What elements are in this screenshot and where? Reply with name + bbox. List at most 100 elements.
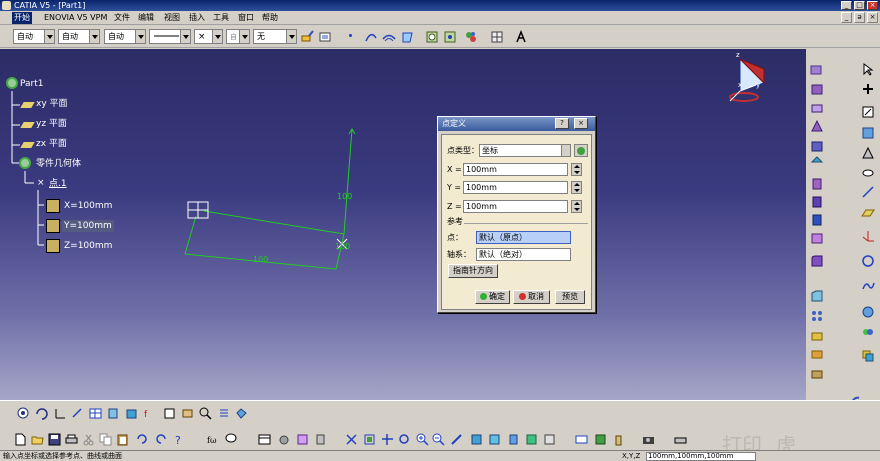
- line-type-combo[interactable]: [149, 29, 191, 44]
- comment-icon[interactable]: [225, 433, 238, 446]
- fillet-icon[interactable]: [810, 254, 824, 268]
- point-type-select[interactable]: 坐标: [479, 144, 571, 157]
- catalog-2-icon[interactable]: [594, 433, 607, 446]
- pattern-icon[interactable]: [810, 309, 824, 323]
- catalog-icon[interactable]: [464, 30, 478, 44]
- menu-edit[interactable]: 编辑: [136, 12, 156, 24]
- point-type-combo[interactable]: ×: [194, 29, 223, 44]
- surface-icon[interactable]: [401, 30, 415, 44]
- 3d-viewport[interactable]: 100 100 100 Part1 xy 平面 yz 平面 zx 平面 零件几何…: [0, 49, 806, 400]
- open-file-icon[interactable]: [31, 433, 44, 446]
- z-spinner[interactable]: [571, 200, 582, 213]
- fly-mode-icon[interactable]: [345, 433, 358, 446]
- menu-insert[interactable]: 插入: [187, 12, 207, 24]
- axis-system-icon[interactable]: [861, 229, 875, 243]
- dialog-close-button[interactable]: ×: [574, 118, 588, 129]
- close-button[interactable]: ×: [867, 1, 878, 10]
- swap-2-icon[interactable]: [443, 30, 457, 44]
- compass-widget[interactable]: z x y: [726, 51, 786, 107]
- menu-view[interactable]: 视图: [162, 12, 182, 24]
- render-icon[interactable]: [543, 433, 556, 446]
- analysis-icon[interactable]: [861, 126, 875, 140]
- painter-icon[interactable]: [300, 30, 314, 44]
- knowledge-icon[interactable]: [514, 30, 528, 44]
- point-icon[interactable]: [349, 34, 352, 37]
- boolean-icon[interactable]: [861, 349, 875, 363]
- x-coordinate-input[interactable]: 100mm: [463, 163, 568, 176]
- print-icon[interactable]: [65, 433, 78, 446]
- render-style-combo[interactable]: 无: [253, 29, 297, 44]
- line-thickness-combo[interactable]: 自动: [104, 29, 146, 44]
- tree-param-x[interactable]: X=100mm: [64, 200, 112, 212]
- draft-icon[interactable]: [810, 367, 824, 381]
- tree-root-part1[interactable]: Part1: [20, 78, 44, 90]
- table-icon[interactable]: [89, 407, 102, 420]
- plane-tool-icon[interactable]: [861, 206, 875, 220]
- formula-icon[interactable]: f: [143, 407, 156, 420]
- point-type-lock-icon[interactable]: [574, 144, 588, 157]
- menu-file[interactable]: 文件: [112, 12, 132, 24]
- dialog-help-button[interactable]: ?: [555, 118, 569, 129]
- grid-icon[interactable]: [490, 30, 504, 44]
- knowledge-icon[interactable]: [181, 407, 194, 420]
- copy-icon[interactable]: [107, 407, 120, 420]
- line-icon[interactable]: [861, 185, 875, 199]
- layer-combo[interactable]: 自: [226, 29, 250, 44]
- union-icon[interactable]: [125, 407, 138, 420]
- pan-icon[interactable]: [381, 433, 394, 446]
- axis-icon[interactable]: [53, 407, 66, 420]
- doc-restore-button[interactable]: ə: [854, 12, 865, 23]
- redo-icon[interactable]: [155, 433, 168, 446]
- reference-point-field[interactable]: 默认（原点）: [476, 231, 571, 244]
- law-icon[interactable]: [163, 407, 176, 420]
- tree-item-point1[interactable]: 点.1: [49, 178, 67, 190]
- rotate-view-icon[interactable]: [398, 433, 411, 446]
- sketcher-icon[interactable]: [810, 62, 824, 76]
- formula-fx-icon[interactable]: fω: [207, 433, 220, 446]
- fly-icon[interactable]: [861, 82, 875, 96]
- tree-item-body[interactable]: 零件几何体: [36, 158, 81, 170]
- pocket-icon[interactable]: [810, 100, 824, 114]
- search-icon[interactable]: [199, 407, 212, 420]
- minimize-button[interactable]: _: [841, 1, 852, 10]
- view-icon[interactable]: [235, 407, 248, 420]
- hide-show-icon[interactable]: [861, 166, 875, 180]
- normal-view-icon[interactable]: [861, 146, 875, 160]
- stiffener-icon[interactable]: [810, 213, 824, 227]
- join-icon[interactable]: [861, 325, 875, 339]
- tree-item-yz-plane[interactable]: yz 平面: [36, 118, 67, 130]
- curve-icon[interactable]: [364, 30, 378, 44]
- table-view-icon[interactable]: [258, 433, 271, 446]
- camera-icon[interactable]: [642, 433, 655, 446]
- doc-minimize-button[interactable]: _: [841, 12, 852, 23]
- catalog-browser-icon[interactable]: [296, 433, 309, 446]
- undo-icon[interactable]: [135, 433, 148, 446]
- copy-file-icon[interactable]: [99, 433, 112, 446]
- circle-icon[interactable]: [861, 254, 875, 268]
- menu-window[interactable]: 窗口: [236, 12, 256, 24]
- tree-param-z[interactable]: Z=100mm: [64, 240, 112, 252]
- normal-view-2-icon[interactable]: [450, 433, 463, 446]
- shell-icon[interactable]: [810, 347, 824, 361]
- help-icon[interactable]: ?: [173, 433, 186, 446]
- axis-system-field[interactable]: 默认（绝对）: [476, 248, 571, 261]
- new-file-icon[interactable]: [14, 433, 27, 446]
- ok-button[interactable]: 确定: [475, 290, 510, 304]
- tree-item-zx-plane[interactable]: zx 平面: [36, 138, 67, 150]
- bottle-icon[interactable]: [612, 433, 625, 446]
- paste-icon[interactable]: [116, 433, 129, 446]
- apply-material-icon[interactable]: [278, 433, 291, 446]
- curve-2-icon[interactable]: [382, 30, 396, 44]
- hide-show-2-icon[interactable]: [507, 433, 520, 446]
- shaft-icon[interactable]: [810, 119, 824, 133]
- zoom-in-icon[interactable]: [416, 433, 429, 446]
- menu-start[interactable]: 开始: [12, 12, 32, 24]
- thickness-icon[interactable]: [810, 329, 824, 343]
- transform-icon[interactable]: [71, 407, 84, 420]
- menu-enovia[interactable]: ENOVIA V5 VPM: [42, 12, 109, 24]
- preview-button[interactable]: 预览: [555, 290, 585, 304]
- cancel-button[interactable]: 取消: [513, 290, 550, 304]
- shading-icon[interactable]: [488, 433, 501, 446]
- swap-icon[interactable]: [425, 30, 439, 44]
- fit-all-icon[interactable]: [363, 433, 376, 446]
